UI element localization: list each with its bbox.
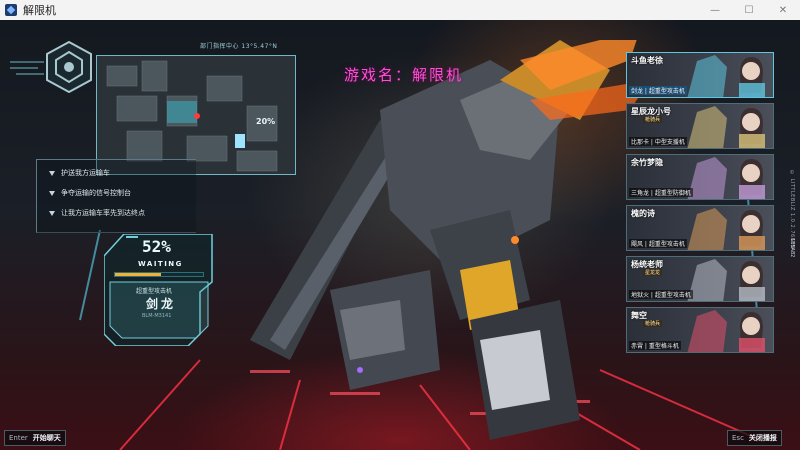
ship-name: 剑龙 [146,297,177,311]
pilot-face [742,266,760,284]
mech-silhouette [687,106,727,148]
player-mech: 三角龙 | 超重型防御机 [629,188,693,197]
player-card[interactable]: 杨统老师 星龙龙 地狱火 | 超重型攻击机 [626,256,774,302]
player-tag: 枪骑兵 [643,320,663,327]
key-hint: Enter [9,434,28,442]
minimap-percent: 20% [256,117,276,126]
pilot-face [742,62,760,80]
player-list: 斗鱼老徐 剑龙 | 超重型攻击机 星辰龙小号 枪骑兵 比那卡 | 中型支援机 余… [626,52,774,358]
minimap-header: 部门指挥中心 13°5.47°N [200,43,278,50]
progress-percent: 52% [142,237,171,256]
close-broadcast-button[interactable]: Esc 关闭播报 [727,430,782,446]
player-card[interactable]: 斗鱼老徐 剑龙 | 超重型攻击机 [626,52,774,98]
player-mech: 比那卡 | 中型支援机 [629,137,687,146]
player-tag: 星龙龙 [643,269,663,276]
objective-item: 争夺运输的信号控制台 [49,186,196,200]
version-text: © LITTLEBLIZ 1.0.2.76698 [789,170,795,249]
start-chat-button[interactable]: Enter 开始聊天 [4,430,66,446]
pilot-body [739,185,765,199]
player-tag: 枪骑兵 [643,116,663,123]
button-label: 开始聊天 [32,434,61,442]
player-mech: 地狱火 | 超重型攻击机 [629,290,693,299]
mech-silhouette [687,310,727,352]
ship-code: BLM-M3141 [142,313,172,319]
pilot-face [742,215,760,233]
triangle-icon [49,190,55,196]
button-label: 关闭播报 [748,434,777,442]
progress-bar-fill [115,273,161,276]
player-name: 余竹梦隐 [631,158,663,167]
player-card[interactable]: 舞空 枪骑兵 赤霄 | 重型格斗机 [626,307,774,353]
objective-text: 护送我方运输车 [61,169,110,177]
pilot-face [742,113,760,131]
player-card[interactable]: 余竹梦隐 三角龙 | 超重型防御机 [626,154,774,200]
pilot-body [739,83,765,97]
triangle-icon [49,210,55,216]
waiting-label: WAITING [138,260,183,268]
mech-silhouette [687,208,727,250]
player-mech: 剑龙 | 超重型攻击机 [629,86,687,95]
player-mech: 赤霄 | 重型格斗机 [629,341,681,350]
status-panel: 52% WAITING 超重型攻击机 剑龙 BLM-M3141 [104,234,214,346]
objective-item: 护送我方运输车 [49,166,196,180]
pilot-face [742,317,760,335]
game-viewport[interactable]: 游戏名：解限机 部门指挥中心 13°5.47°N 20% 护送我方运输车 争夺运… [0,20,800,450]
player-card[interactable]: 槐的诗 飓风 | 超重型攻击机 [626,205,774,251]
team-emblem-icon [46,40,92,94]
close-button[interactable]: ✕ [766,0,800,20]
maximize-button[interactable]: ☐ [732,0,766,20]
game-title-overlay: 游戏名：解限机 [344,66,464,84]
triangle-icon [49,170,55,176]
player-card[interactable]: 星辰龙小号 枪骑兵 比那卡 | 中型支援机 [626,103,774,149]
window-title: 解限机 [23,4,56,17]
minimap[interactable] [96,55,296,175]
objective-text: 争夺运输的信号控制台 [61,189,131,197]
pilot-body [739,236,765,250]
minimize-button[interactable]: — [698,0,732,20]
session-id-text: 1E5A82 [789,238,795,258]
mech-silhouette [687,157,727,199]
pilot-face [742,164,760,182]
window-titlebar: 解限机 — ☐ ✕ [0,0,800,20]
pilot-body [739,134,765,148]
mech-silhouette [687,55,727,97]
app-icon [5,4,17,16]
player-name: 槐的诗 [631,209,655,218]
player-mech: 飓风 | 超重型攻击机 [629,239,687,248]
pilot-body [739,287,765,301]
ship-class: 超重型攻击机 [136,288,173,295]
key-hint: Esc [732,434,744,442]
objective-text: 让我方运输车率先到达终点 [61,209,145,217]
mech-silhouette [687,259,727,301]
objectives-panel: 护送我方运输车 争夺运输的信号控制台 让我方运输车率先到达终点 [36,159,196,233]
progress-bar [114,272,204,277]
player-name: 斗鱼老徐 [631,56,663,65]
objective-item: 让我方运输车率先到达终点 [49,206,196,220]
minimap-terrain [97,56,295,174]
pilot-body [739,338,765,352]
